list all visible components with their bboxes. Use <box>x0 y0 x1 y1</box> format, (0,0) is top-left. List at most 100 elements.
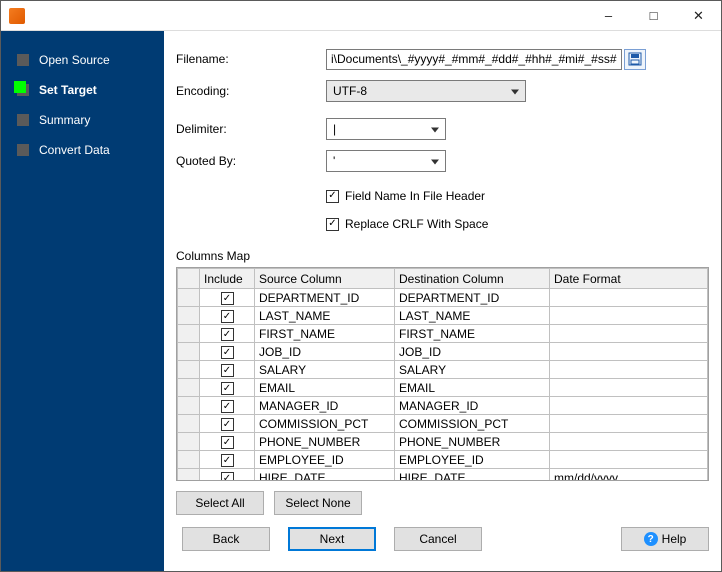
destination-cell[interactable]: JOB_ID <box>395 343 550 361</box>
table-row[interactable]: ✓ JOB_IDJOB_ID <box>178 343 708 361</box>
nav-set-target[interactable]: Set Target <box>1 75 164 105</box>
filename-input[interactable] <box>326 49 622 70</box>
source-cell[interactable]: SALARY <box>255 361 395 379</box>
columns-map-grid[interactable]: Include Source Column Destination Column… <box>176 267 709 481</box>
table-row[interactable]: ✓PHONE_NUMBERPHONE_NUMBER <box>178 433 708 451</box>
include-cell[interactable]: ✓ <box>200 361 255 379</box>
checkbox-icon: ✓ <box>221 418 234 431</box>
date-format-cell[interactable] <box>550 307 708 325</box>
row-header-cell <box>178 397 200 415</box>
replace-crlf-checkbox[interactable]: ✓ Replace CRLF With Space <box>326 213 709 235</box>
table-row[interactable]: ✓ SALARYSALARY <box>178 361 708 379</box>
date-format-cell[interactable] <box>550 361 708 379</box>
close-button[interactable]: ✕ <box>676 1 721 31</box>
date-format-cell[interactable]: mm/dd/yyyy <box>550 469 708 482</box>
nav-label: Summary <box>39 113 90 127</box>
include-cell[interactable]: ✓ <box>200 397 255 415</box>
date-format-cell[interactable] <box>550 289 708 307</box>
col-include[interactable]: Include <box>200 269 255 289</box>
include-cell[interactable]: ✓ <box>200 469 255 482</box>
source-cell[interactable]: EMPLOYEE_ID <box>255 451 395 469</box>
destination-cell[interactable]: DEPARTMENT_ID <box>395 289 550 307</box>
field-name-header-checkbox[interactable]: ✓ Field Name In File Header <box>326 185 709 207</box>
nav-convert-data[interactable]: Convert Data <box>1 135 164 165</box>
help-icon: ? <box>644 532 658 546</box>
col-source[interactable]: Source Column <box>255 269 395 289</box>
cancel-button[interactable]: Cancel <box>394 527 482 551</box>
date-format-cell[interactable] <box>550 325 708 343</box>
row-header-cell <box>178 451 200 469</box>
nav-label: Open Source <box>39 53 110 67</box>
table-row[interactable]: ✓DEPARTMENT_IDDEPARTMENT_ID <box>178 289 708 307</box>
destination-cell[interactable]: SALARY <box>395 361 550 379</box>
app-icon <box>9 8 25 24</box>
destination-cell[interactable]: EMPLOYEE_ID <box>395 451 550 469</box>
back-button[interactable]: Back <box>182 527 270 551</box>
checkbox-icon: ✓ <box>221 472 234 481</box>
maximize-button[interactable]: □ <box>631 1 676 31</box>
table-row[interactable]: ✓LAST_NAMELAST_NAME <box>178 307 708 325</box>
table-row[interactable]: ✓ MANAGER_IDMANAGER_ID <box>178 397 708 415</box>
table-row[interactable]: ✓ COMMISSION_PCTCOMMISSION_PCT <box>178 415 708 433</box>
next-button[interactable]: Next <box>288 527 376 551</box>
checkbox-icon: ✓ <box>221 400 234 413</box>
include-cell[interactable]: ✓ <box>200 433 255 451</box>
quoted-by-select[interactable]: ' <box>326 150 446 172</box>
table-row[interactable]: ✓HIRE_DATEHIRE_DATEmm/dd/yyyy <box>178 469 708 482</box>
date-format-cell[interactable] <box>550 451 708 469</box>
destination-cell[interactable]: EMAIL <box>395 379 550 397</box>
table-row[interactable]: ✓ EMAILEMAIL <box>178 379 708 397</box>
source-cell[interactable]: PHONE_NUMBER <box>255 433 395 451</box>
include-cell[interactable]: ✓ <box>200 289 255 307</box>
date-format-cell[interactable] <box>550 397 708 415</box>
table-row[interactable]: ✓FIRST_NAMEFIRST_NAME <box>178 325 708 343</box>
date-format-cell[interactable] <box>550 379 708 397</box>
date-format-cell[interactable] <box>550 433 708 451</box>
columns-map-title: Columns Map <box>176 249 709 263</box>
delimiter-label: Delimiter: <box>176 122 326 136</box>
destination-cell[interactable]: MANAGER_ID <box>395 397 550 415</box>
include-cell[interactable]: ✓ <box>200 451 255 469</box>
source-cell[interactable]: FIRST_NAME <box>255 325 395 343</box>
encoding-label: Encoding: <box>176 84 326 98</box>
destination-cell[interactable]: LAST_NAME <box>395 307 550 325</box>
include-cell[interactable]: ✓ <box>200 343 255 361</box>
minimize-button[interactable]: – <box>586 1 631 31</box>
destination-cell[interactable]: HIRE_DATE <box>395 469 550 482</box>
include-cell[interactable]: ✓ <box>200 379 255 397</box>
checkbox-icon: ✓ <box>221 346 234 359</box>
source-cell[interactable]: COMMISSION_PCT <box>255 415 395 433</box>
date-format-cell[interactable] <box>550 343 708 361</box>
date-format-cell[interactable] <box>550 415 708 433</box>
select-all-button[interactable]: Select All <box>176 491 264 515</box>
source-cell[interactable]: EMAIL <box>255 379 395 397</box>
include-cell[interactable]: ✓ <box>200 415 255 433</box>
select-none-button[interactable]: Select None <box>274 491 362 515</box>
help-button[interactable]: ? Help <box>621 527 709 551</box>
table-row[interactable]: ✓EMPLOYEE_IDEMPLOYEE_ID <box>178 451 708 469</box>
destination-cell[interactable]: PHONE_NUMBER <box>395 433 550 451</box>
source-cell[interactable]: JOB_ID <box>255 343 395 361</box>
browse-file-button[interactable] <box>624 49 646 70</box>
nav-open-source[interactable]: Open Source <box>1 45 164 75</box>
destination-cell[interactable]: COMMISSION_PCT <box>395 415 550 433</box>
checkbox-icon: ✓ <box>326 218 339 231</box>
step-marker-icon <box>17 54 29 66</box>
source-cell[interactable]: HIRE_DATE <box>255 469 395 482</box>
source-cell[interactable]: MANAGER_ID <box>255 397 395 415</box>
col-destination[interactable]: Destination Column <box>395 269 550 289</box>
checkbox-icon: ✓ <box>221 364 234 377</box>
nav-summary[interactable]: Summary <box>1 105 164 135</box>
encoding-select[interactable]: UTF-8 <box>326 80 526 102</box>
include-cell[interactable]: ✓ <box>200 307 255 325</box>
col-date-format[interactable]: Date Format <box>550 269 708 289</box>
include-cell[interactable]: ✓ <box>200 325 255 343</box>
source-cell[interactable]: DEPARTMENT_ID <box>255 289 395 307</box>
checkbox-icon: ✓ <box>221 382 234 395</box>
delimiter-select[interactable]: | <box>326 118 446 140</box>
row-header-cell <box>178 433 200 451</box>
row-header-cell <box>178 361 200 379</box>
destination-cell[interactable]: FIRST_NAME <box>395 325 550 343</box>
wizard-sidebar: Open Source Set Target Summary Convert D… <box>1 31 164 571</box>
source-cell[interactable]: LAST_NAME <box>255 307 395 325</box>
